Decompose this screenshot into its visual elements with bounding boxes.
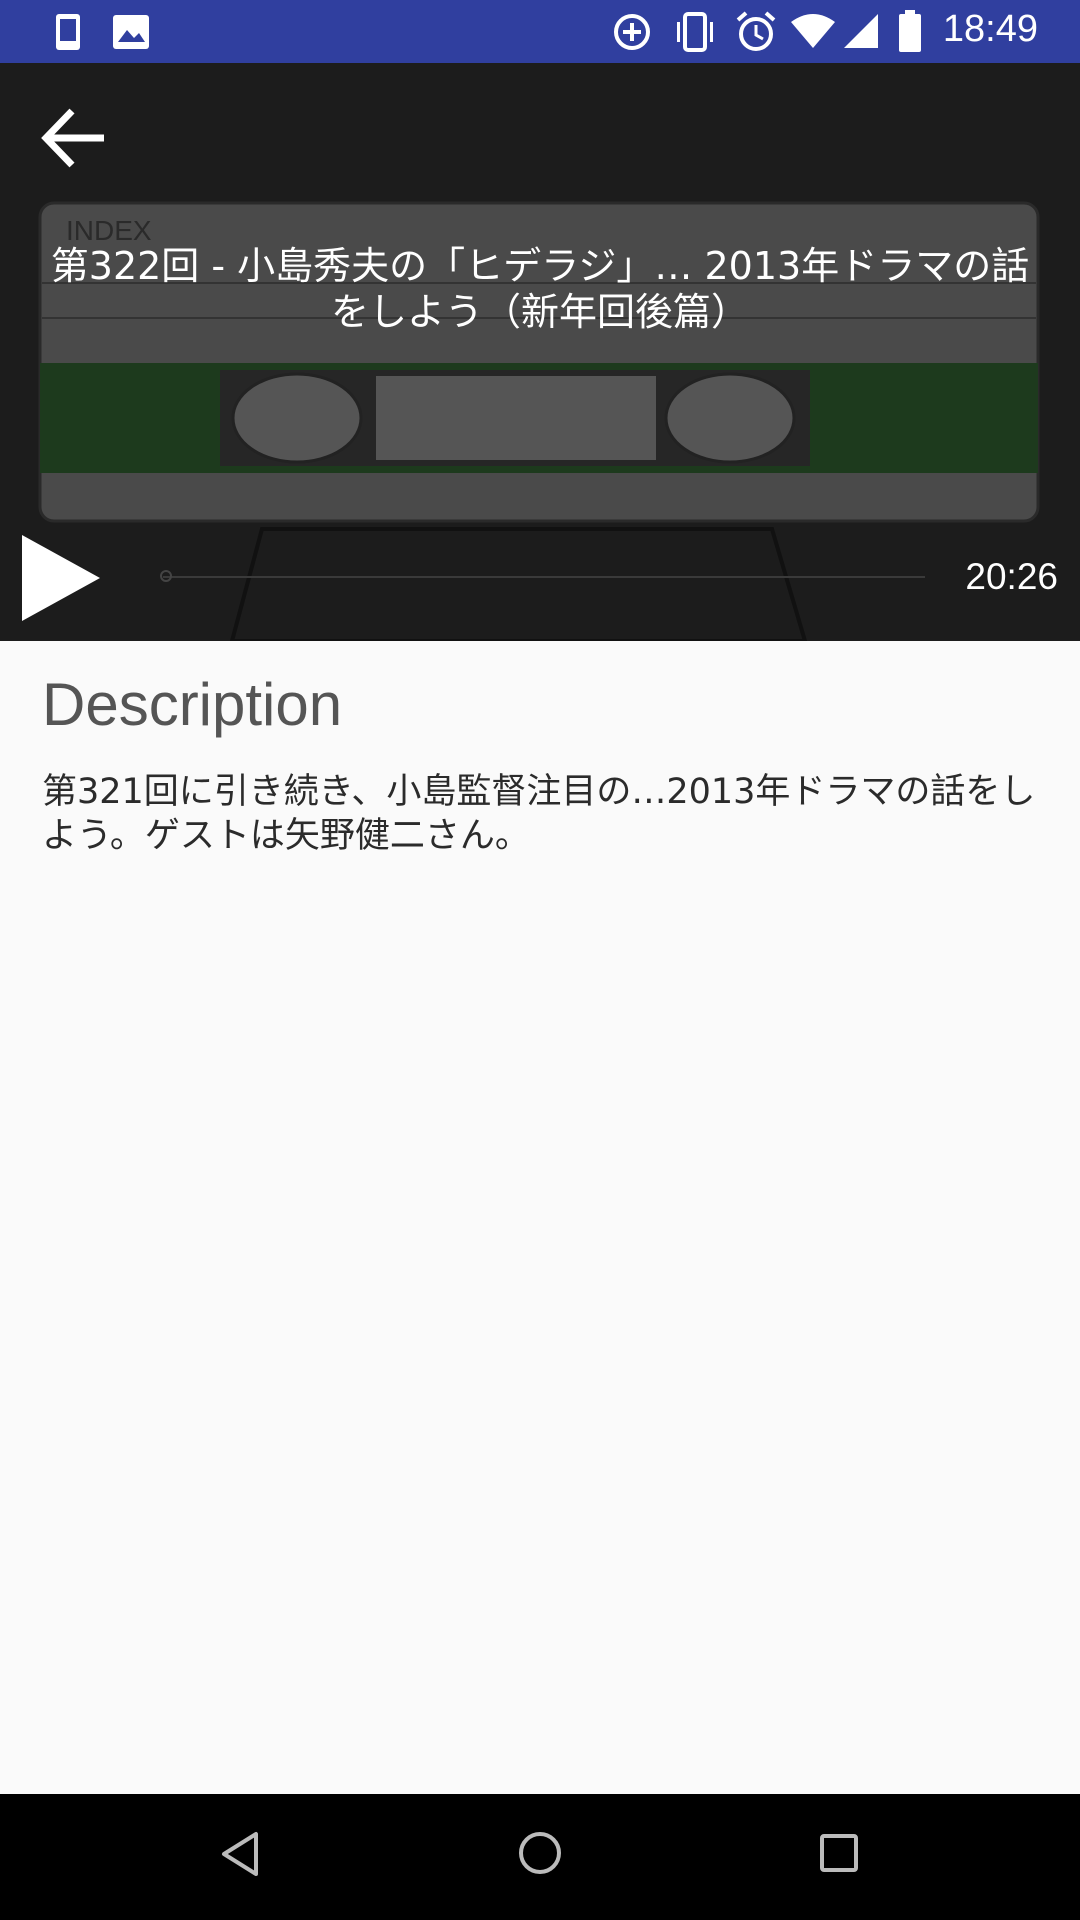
player-header: INDEX 第322回 - 小島秀夫の「ヒデラジ」… 2013年ドラマの話をしよ… [0, 63, 1080, 641]
seek-thumb[interactable] [160, 570, 172, 582]
status-time: 18:49 [942, 8, 1038, 50]
image-icon [113, 15, 149, 49]
vibrate-icon [677, 12, 713, 52]
alarm-icon [736, 11, 776, 51]
episode-title: 第322回 - 小島秀夫の「ヒデラジ」… 2013年ドラマの話をしよう（新年回後… [50, 244, 1030, 334]
navigation-bar [0, 1794, 1080, 1920]
back-arrow-icon[interactable] [40, 103, 110, 173]
signal-icon [844, 14, 878, 48]
back-triangle-icon[interactable] [220, 1830, 260, 1878]
data-saver-icon [614, 14, 650, 50]
description-heading: Description [42, 671, 343, 738]
home-circle-icon[interactable] [517, 1830, 563, 1876]
wifi-icon [791, 14, 835, 48]
battery-icon [899, 10, 921, 52]
duration-label: 20:26 [965, 556, 1058, 597]
seek-bar[interactable] [163, 576, 925, 578]
cover-index-label: INDEX [66, 215, 152, 246]
cassette-cover-art: INDEX [38, 201, 1040, 641]
phone-icon [56, 14, 80, 50]
status-bar: 18:49 [0, 0, 1080, 63]
play-button[interactable] [20, 533, 102, 623]
description-body: 第321回に引き続き、小島監督注目の…2013年ドラマの話をしよう。ゲストは矢野… [42, 772, 1036, 856]
recents-square-icon[interactable] [818, 1832, 860, 1874]
